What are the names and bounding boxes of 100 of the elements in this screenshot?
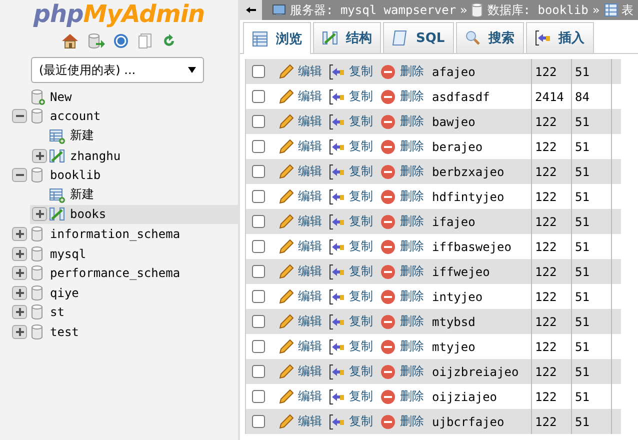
delete-link[interactable]: 删除 — [400, 413, 424, 430]
delete-link[interactable]: 删除 — [400, 388, 424, 405]
tree-item[interactable]: zhanghu — [30, 146, 238, 166]
pencil-icon[interactable] — [278, 314, 294, 330]
delete-icon[interactable] — [380, 338, 396, 354]
copy-icon[interactable] — [329, 138, 345, 154]
expand-button[interactable] — [12, 266, 27, 280]
breadcrumb-link[interactable]: 数据库: booklib — [487, 2, 588, 18]
pencil-icon[interactable] — [278, 138, 294, 154]
delete-icon[interactable] — [380, 414, 396, 430]
edit-link[interactable]: 编辑 — [298, 388, 322, 405]
copy-icon[interactable] — [329, 164, 345, 180]
row-checkbox[interactable] — [252, 215, 264, 228]
copy-link[interactable]: 复制 — [349, 263, 373, 280]
copy-icon[interactable] — [329, 238, 345, 254]
row-checkbox[interactable] — [252, 415, 264, 428]
row-checkbox[interactable] — [252, 165, 264, 178]
tree-item[interactable]: New — [10, 87, 238, 107]
database-export-icon[interactable] — [87, 33, 105, 49]
logo[interactable]: phpMyAdmin — [0, 0, 238, 28]
copy-link[interactable]: 复制 — [349, 313, 373, 330]
edit-link[interactable]: 编辑 — [298, 88, 322, 105]
refresh-icon[interactable] — [161, 33, 177, 49]
tree-item[interactable]: books — [30, 204, 238, 224]
delete-icon[interactable] — [380, 214, 396, 230]
delete-link[interactable]: 删除 — [400, 363, 424, 380]
tree-item[interactable]: account — [10, 106, 238, 126]
tree-item[interactable]: information_schema — [10, 224, 238, 244]
pencil-icon[interactable] — [278, 364, 294, 380]
delete-icon[interactable] — [380, 238, 396, 254]
edit-link[interactable]: 编辑 — [298, 313, 322, 330]
expand-button[interactable] — [32, 148, 47, 163]
tree-item[interactable]: performance_schema — [10, 263, 238, 283]
row-checkbox[interactable] — [252, 290, 264, 303]
delete-icon[interactable] — [380, 264, 396, 280]
expand-button[interactable] — [32, 207, 47, 222]
delete-link[interactable]: 删除 — [400, 263, 424, 280]
copy-link[interactable]: 复制 — [349, 413, 373, 430]
delete-link[interactable]: 删除 — [400, 113, 424, 130]
copy-link[interactable]: 复制 — [349, 163, 373, 180]
row-checkbox[interactable] — [252, 315, 264, 328]
row-checkbox[interactable] — [252, 365, 264, 378]
copy-icon[interactable] — [329, 264, 345, 280]
edit-link[interactable]: 编辑 — [298, 238, 322, 255]
delete-link[interactable]: 删除 — [400, 313, 424, 330]
copy-link[interactable]: 复制 — [349, 238, 373, 255]
pencil-icon[interactable] — [278, 188, 294, 204]
tree-item[interactable]: qiye — [10, 282, 238, 303]
collapse-button[interactable] — [12, 109, 27, 124]
row-checkbox[interactable] — [252, 340, 264, 353]
pencil-icon[interactable] — [278, 214, 294, 230]
pencil-icon[interactable] — [278, 338, 294, 354]
copy-link[interactable]: 复制 — [349, 138, 373, 155]
delete-link[interactable]: 删除 — [400, 63, 424, 80]
tree-item[interactable]: booklib — [10, 165, 238, 185]
edit-link[interactable]: 编辑 — [298, 413, 322, 430]
tree-item[interactable]: st — [10, 302, 238, 322]
delete-icon[interactable] — [380, 164, 396, 180]
tab[interactable]: 搜索 — [456, 22, 524, 53]
tree-item[interactable]: 新建 — [30, 184, 238, 205]
edit-link[interactable]: 编辑 — [298, 63, 322, 80]
delete-link[interactable]: 删除 — [400, 163, 424, 180]
expand-button[interactable] — [12, 286, 27, 300]
delete-icon[interactable] — [380, 388, 396, 404]
delete-link[interactable]: 删除 — [400, 138, 424, 155]
copy-link[interactable]: 复制 — [349, 63, 373, 80]
recent-tables-dropdown[interactable]: (最近使用的表) ... — [31, 57, 204, 83]
delete-icon[interactable] — [380, 288, 396, 304]
pencil-icon[interactable] — [278, 288, 294, 304]
tab[interactable]: 插入 — [526, 22, 594, 53]
row-checkbox[interactable] — [252, 265, 264, 278]
pencil-icon[interactable] — [278, 88, 294, 104]
copy-link[interactable]: 复制 — [349, 338, 373, 355]
pencil-icon[interactable] — [278, 388, 294, 404]
row-checkbox[interactable] — [252, 65, 264, 78]
copy-link[interactable]: 复制 — [349, 188, 373, 205]
edit-link[interactable]: 编辑 — [298, 338, 322, 355]
edit-link[interactable]: 编辑 — [298, 188, 322, 205]
delete-link[interactable]: 删除 — [400, 238, 424, 255]
delete-icon[interactable] — [380, 64, 396, 80]
breadcrumb-link[interactable]: 表 — [622, 2, 634, 18]
delete-link[interactable]: 删除 — [400, 188, 424, 205]
tree-item[interactable]: mysql — [10, 244, 238, 264]
delete-icon[interactable] — [380, 364, 396, 380]
collapse-button[interactable] — [12, 168, 27, 182]
copy-icon[interactable] — [329, 338, 345, 354]
copy-link[interactable]: 复制 — [349, 113, 373, 130]
document-icon[interactable] — [137, 33, 153, 49]
expand-button[interactable] — [12, 305, 27, 320]
delete-link[interactable]: 删除 — [400, 338, 424, 355]
delete-link[interactable]: 删除 — [400, 213, 424, 230]
expand-button[interactable] — [12, 246, 27, 261]
copy-link[interactable]: 复制 — [349, 88, 373, 105]
delete-icon[interactable] — [380, 114, 396, 130]
tab[interactable]: 浏览 — [243, 22, 311, 54]
delete-icon[interactable] — [380, 188, 396, 204]
edit-link[interactable]: 编辑 — [298, 288, 322, 305]
delete-icon[interactable] — [380, 88, 396, 104]
copy-link[interactable]: 复制 — [349, 288, 373, 305]
back-button[interactable] — [240, 0, 262, 20]
